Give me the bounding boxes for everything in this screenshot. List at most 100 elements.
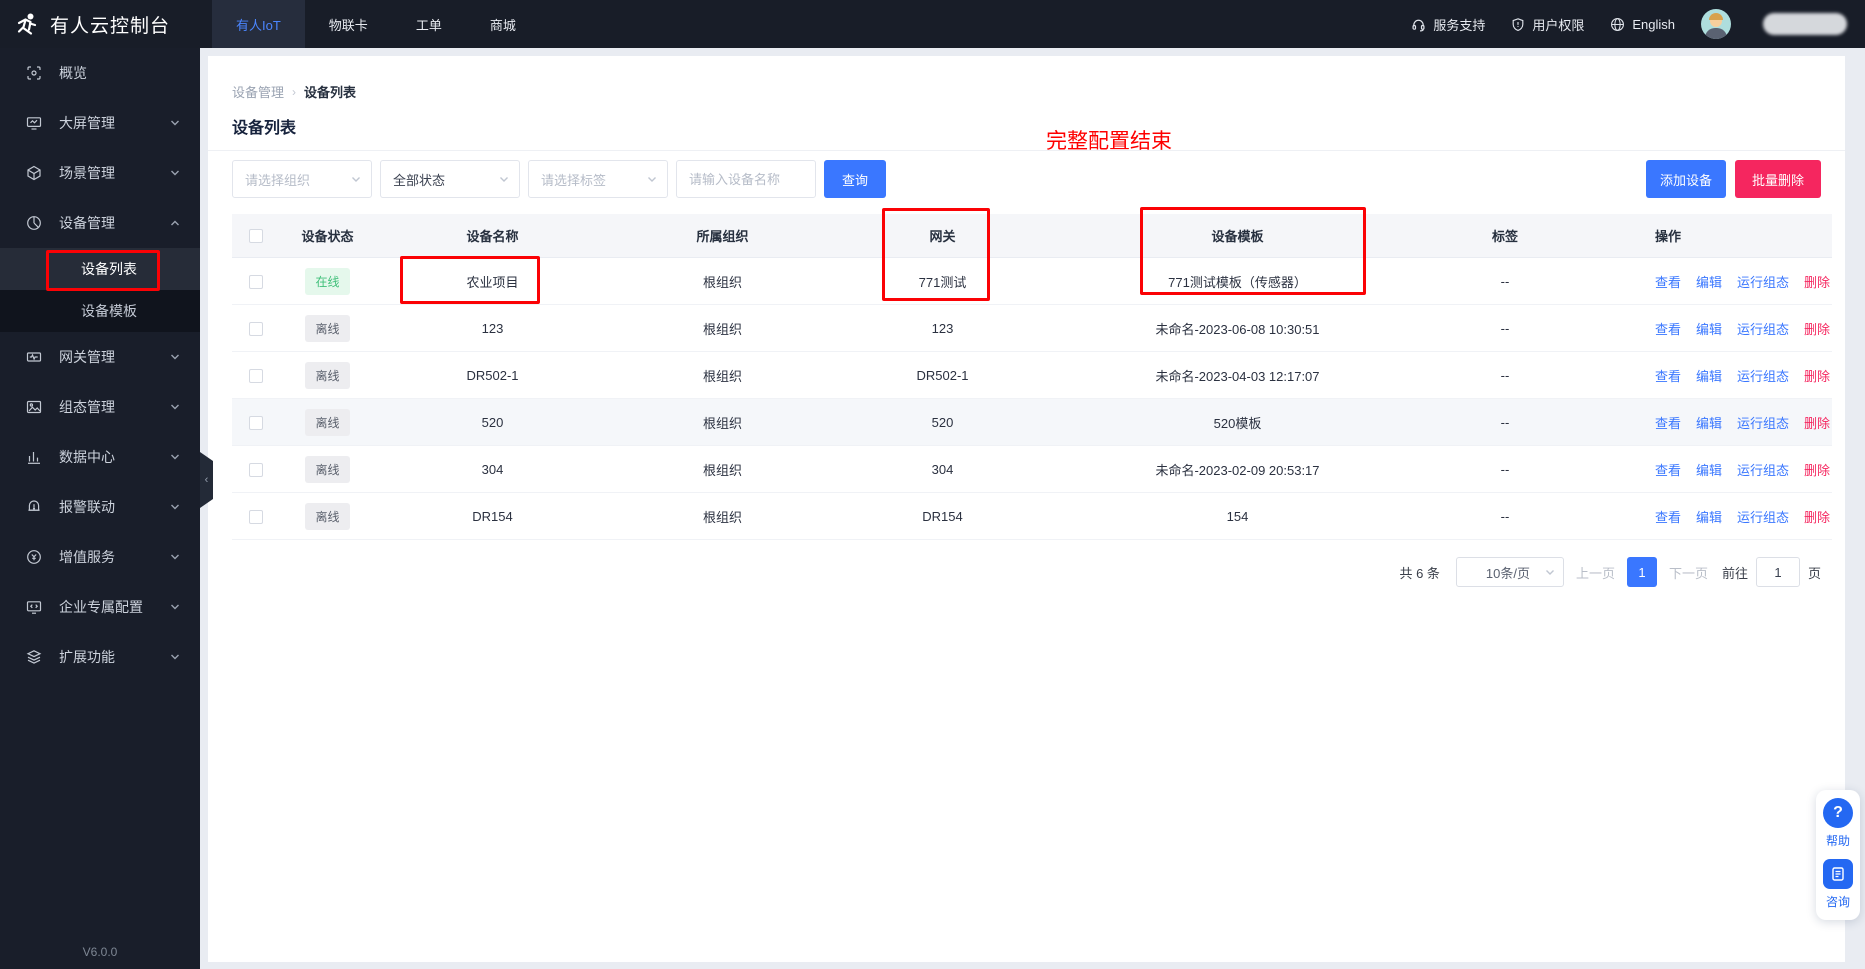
tag-select[interactable]: 请选择标签: [528, 160, 668, 198]
chevron-down-icon: [170, 602, 180, 612]
value-added-icon: [26, 549, 42, 565]
next-page-button[interactable]: 下一页: [1669, 563, 1708, 582]
delete-link[interactable]: 删除: [1804, 366, 1830, 385]
row-checkbox[interactable]: [249, 509, 263, 524]
row-checkbox[interactable]: [249, 368, 263, 383]
run-hmi-link[interactable]: 运行组态: [1737, 272, 1789, 291]
view-link[interactable]: 查看: [1655, 272, 1681, 291]
device-org: 根组织: [702, 509, 742, 525]
sidebar-item-screen[interactable]: 大屏管理: [0, 98, 200, 148]
add-device-button[interactable]: 添加设备: [1646, 160, 1726, 198]
edit-link[interactable]: 编辑: [1696, 507, 1722, 526]
status-badge: 离线: [305, 455, 350, 483]
tab-iot-card[interactable]: 物联卡: [305, 0, 392, 48]
version-label: V6.0.0: [82, 945, 118, 959]
help-button[interactable]: ? 帮助: [1823, 798, 1853, 849]
page-unit-label: 页: [1807, 565, 1821, 581]
run-hmi-link[interactable]: 运行组态: [1737, 460, 1789, 479]
chevron-up-icon: [170, 218, 180, 228]
delete-link[interactable]: 删除: [1804, 319, 1830, 338]
chevron-down-icon: [170, 118, 180, 128]
view-link[interactable]: 查看: [1655, 366, 1681, 385]
edit-link[interactable]: 编辑: [1696, 413, 1722, 432]
goto-label: 前往: [1721, 565, 1748, 581]
edit-link[interactable]: 编辑: [1696, 272, 1722, 291]
edit-link[interactable]: 编辑: [1696, 319, 1722, 338]
sidebar-item-data-center[interactable]: 数据中心: [0, 432, 200, 482]
sidebar-item-alarm[interactable]: 报警联动: [0, 482, 200, 532]
sidebar-collapse-handle[interactable]: ‹: [200, 452, 213, 508]
logo[interactable]: 有人云控制台: [0, 0, 200, 48]
current-page-button[interactable]: 1: [1626, 557, 1657, 587]
document-icon: [1823, 859, 1853, 889]
query-button[interactable]: 查询: [824, 160, 886, 198]
chevron-down-icon: [1545, 570, 1554, 575]
view-link[interactable]: 查看: [1655, 460, 1681, 479]
delete-link[interactable]: 删除: [1804, 413, 1830, 432]
prev-page-button[interactable]: 上一页: [1576, 563, 1615, 582]
row-checkbox[interactable]: [249, 274, 263, 289]
breadcrumb-parent[interactable]: 设备管理: [232, 82, 284, 101]
device-name-input[interactable]: [676, 160, 816, 198]
row-checkbox[interactable]: [249, 462, 263, 477]
total-count: 共 6 条: [1399, 565, 1440, 581]
tab-work-order[interactable]: 工单: [392, 0, 466, 48]
header-status: 设备状态: [301, 229, 354, 244]
user-avatar[interactable]: [1701, 9, 1731, 39]
tab-usr-iot[interactable]: 有人IoT: [212, 0, 305, 48]
sidebar-item-device-template[interactable]: 设备模板: [0, 290, 200, 332]
service-support[interactable]: 服务支持: [1411, 15, 1485, 34]
chevron-down-icon: [170, 452, 180, 462]
language-switch[interactable]: English: [1610, 17, 1675, 32]
device-pie-icon: [26, 215, 42, 231]
sidebar-item-device-list[interactable]: 设备列表: [0, 248, 200, 290]
table-row: 离线 DR502-1 根组织 DR502-1 未命名-2023-04-03 12…: [232, 352, 1832, 399]
tab-mall[interactable]: 商城: [466, 0, 540, 48]
sidebar-item-device[interactable]: 设备管理: [0, 198, 200, 248]
device-template: 154: [1226, 508, 1249, 524]
sidebar-item-overview[interactable]: 概览: [0, 48, 200, 98]
header-gateway: 网关: [929, 229, 956, 244]
select-all-checkbox[interactable]: [249, 229, 263, 244]
status-badge: 离线: [305, 361, 350, 389]
device-tag: --: [1500, 367, 1510, 383]
delete-link[interactable]: 删除: [1804, 460, 1830, 479]
table-header-row: 设备状态 设备名称 所属组织 网关 设备模板 标签 操作: [232, 214, 1832, 258]
page-size-select[interactable]: 10条/页: [1455, 557, 1564, 587]
sidebar-item-vas[interactable]: 增值服务: [0, 532, 200, 582]
device-template: 520模板: [1213, 415, 1262, 431]
view-link[interactable]: 查看: [1655, 319, 1681, 338]
run-hmi-link[interactable]: 运行组态: [1737, 507, 1789, 526]
status-badge: 离线: [305, 502, 350, 530]
view-link[interactable]: 查看: [1655, 413, 1681, 432]
run-hmi-link[interactable]: 运行组态: [1737, 413, 1789, 432]
sidebar-item-extension[interactable]: 扩展功能: [0, 632, 200, 682]
delete-link[interactable]: 删除: [1804, 507, 1830, 526]
delete-link[interactable]: 删除: [1804, 272, 1830, 291]
sidebar: 概览 大屏管理 场景管理 设备管理 设备列表 设备模板 网关管理 组态管理 数据…: [0, 48, 200, 969]
device-template: 未命名-2023-06-08 10:30:51: [1155, 321, 1320, 337]
device-table: 设备状态 设备名称 所属组织 网关 设备模板 标签 操作 在线 农业项目 根组织…: [232, 214, 1832, 540]
batch-delete-button[interactable]: 批量删除: [1735, 160, 1821, 198]
consult-button[interactable]: 咨询: [1823, 859, 1853, 910]
view-link[interactable]: 查看: [1655, 507, 1681, 526]
sidebar-item-hmi[interactable]: 组态管理: [0, 382, 200, 432]
org-select[interactable]: 请选择组织: [232, 160, 372, 198]
user-permission[interactable]: 用户权限: [1511, 15, 1584, 34]
sidebar-item-enterprise[interactable]: 企业专属配置: [0, 582, 200, 632]
goto-page-input[interactable]: [1755, 557, 1800, 587]
overview-icon: [26, 65, 42, 81]
device-name: 农业项目: [466, 274, 519, 290]
run-hmi-link[interactable]: 运行组态: [1737, 319, 1789, 338]
sidebar-item-scene[interactable]: 场景管理: [0, 148, 200, 198]
device-submenu: 设备列表 设备模板: [0, 248, 200, 332]
device-tag: --: [1500, 414, 1510, 430]
row-checkbox[interactable]: [249, 321, 263, 336]
float-help-widget: ? 帮助 咨询: [1816, 790, 1860, 920]
status-select[interactable]: 全部状态: [380, 160, 520, 198]
edit-link[interactable]: 编辑: [1696, 366, 1722, 385]
edit-link[interactable]: 编辑: [1696, 460, 1722, 479]
sidebar-item-gateway[interactable]: 网关管理: [0, 332, 200, 382]
run-hmi-link[interactable]: 运行组态: [1737, 366, 1789, 385]
row-checkbox[interactable]: [249, 415, 263, 430]
